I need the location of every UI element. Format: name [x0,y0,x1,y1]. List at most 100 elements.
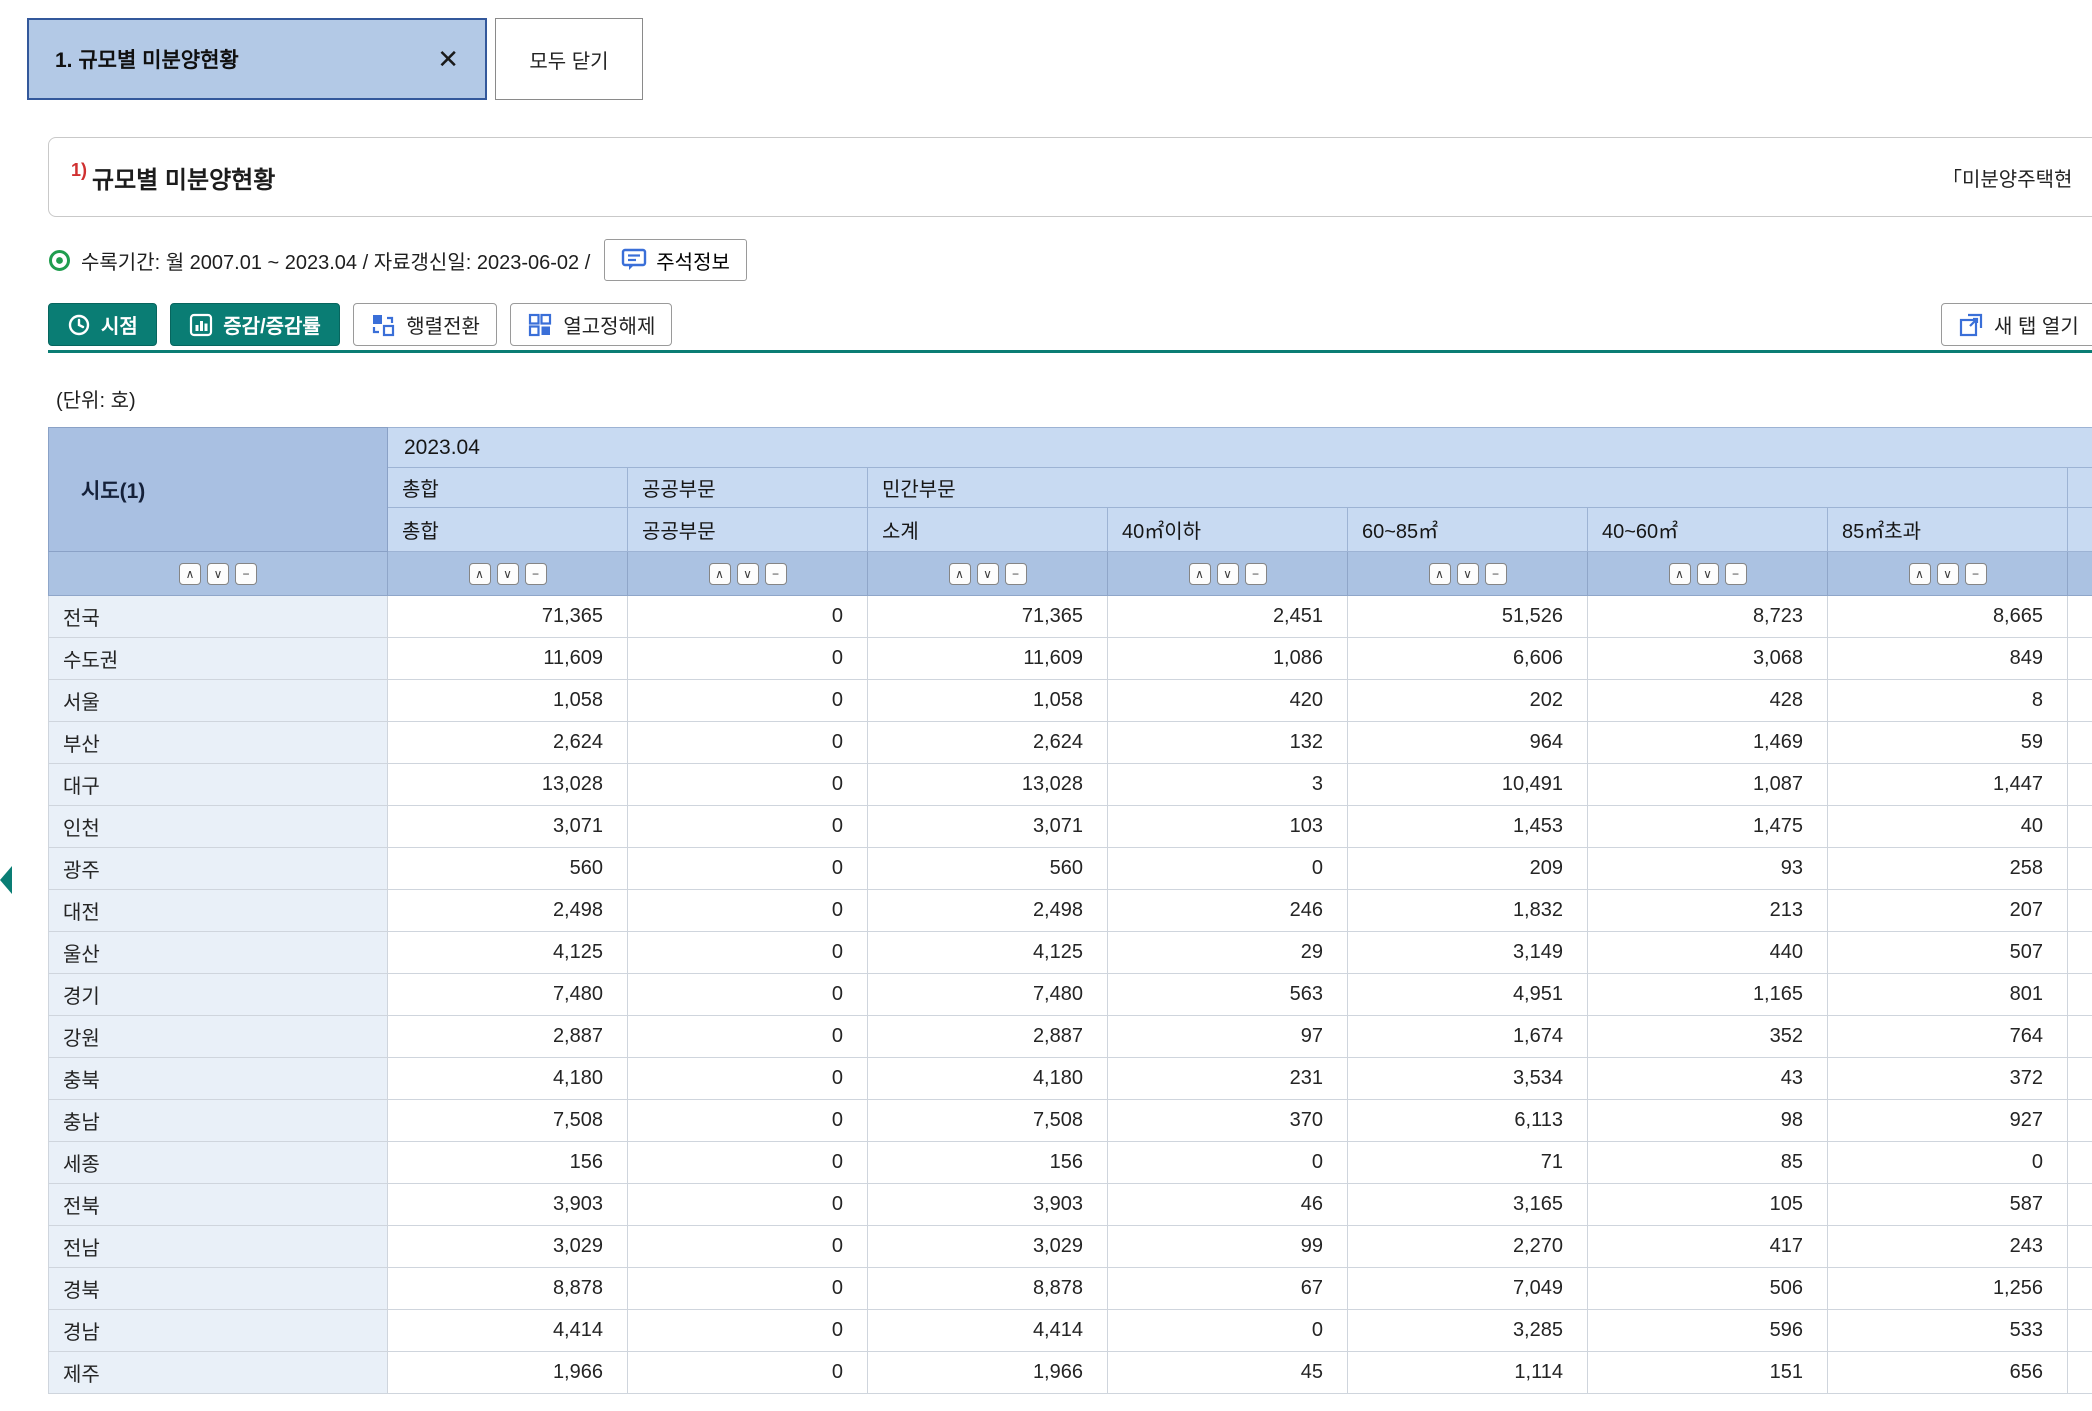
value-cell: 10,491 [1348,764,1588,806]
region-cell: 인천 [49,806,388,848]
value-cell: 8,723 [1588,596,1828,638]
column-header: 40~60㎡ [1588,508,1828,552]
value-cell: 3,029 [388,1226,628,1268]
bar-chart-icon [189,313,213,337]
annotation-button[interactable]: 주석정보 [604,239,747,281]
sort-up-icon[interactable]: ∧ [1189,563,1211,585]
sort-up-icon[interactable]: ∧ [949,563,971,585]
sort-up-icon[interactable]: ∧ [1429,563,1451,585]
time-select-button[interactable]: 시점 [48,303,157,346]
value-cell: 2,624 [388,722,628,764]
value-cell: 8 [1828,680,2068,722]
table-row: 광주5600560020993258 [49,848,2092,890]
change-rate-button[interactable]: 증감/증감률 [170,303,340,346]
value-cell: 0 [1108,848,1348,890]
sort-remove-icon[interactable]: − [1485,563,1507,585]
value-cell: 2,624 [868,722,1108,764]
sort-up-icon[interactable]: ∧ [179,563,201,585]
sort-down-icon[interactable]: ∨ [1217,563,1239,585]
sidebar-collapse-handle[interactable] [0,862,14,898]
sort-remove-icon[interactable]: − [525,563,547,585]
sort-cell-column: ∧ ∨− [628,552,868,596]
table-row: 충남7,50807,5083706,11398927 [49,1100,2092,1142]
value-cell-cut [2068,1184,2092,1226]
sort-cell-column: ∧ ∨− [1588,552,1828,596]
value-cell: 3,029 [868,1226,1108,1268]
value-cell: 656 [1828,1352,2068,1394]
value-cell-cut [2068,1016,2092,1058]
unit-label: (단위: 호) [56,384,136,413]
sort-remove-icon[interactable]: − [1245,563,1267,585]
tab-active-report[interactable]: 1. 규모별 미분양현황 ✕ [27,18,487,100]
table-row: 충북4,18004,1802313,53443372 [49,1058,2092,1100]
sort-remove-icon[interactable]: − [1005,563,1027,585]
corner-header: 시도(1) [49,428,388,552]
tab-close-all[interactable]: 모두 닫기 [495,18,643,100]
sort-down-icon[interactable]: ∨ [977,563,999,585]
value-cell-cut [2068,596,2092,638]
open-new-tab-label: 새 탭 열기 [1994,310,2079,339]
value-cell: 0 [628,932,868,974]
sort-down-icon[interactable]: ∨ [497,563,519,585]
region-cell: 강원 [49,1016,388,1058]
value-cell: 4,414 [868,1310,1108,1352]
value-cell: 3,071 [388,806,628,848]
value-cell: 1,087 [1588,764,1828,806]
tab-close-icon[interactable]: ✕ [437,46,459,72]
sort-down-icon[interactable]: ∨ [207,563,229,585]
column-header: 60~85㎡ [1348,508,1588,552]
value-cell: 764 [1828,1016,2068,1058]
sort-remove-icon[interactable]: − [1965,563,1987,585]
value-cell-cut [2068,974,2092,1016]
value-cell: 7,508 [868,1100,1108,1142]
value-cell: 51,526 [1348,596,1588,638]
value-cell: 156 [868,1142,1108,1184]
sort-up-icon[interactable]: ∧ [1909,563,1931,585]
table-row: 제주1,96601,966451,114151656 [49,1352,2092,1394]
transpose-button[interactable]: 행렬전환 [353,303,497,346]
sort-up-icon[interactable]: ∧ [469,563,491,585]
new-tab-icon [1958,312,1984,338]
table-row: 부산2,62402,6241329641,46959 [49,722,2092,764]
value-cell: 1,165 [1588,974,1828,1016]
value-cell: 0 [628,890,868,932]
sort-down-icon[interactable]: ∨ [1937,563,1959,585]
annotation-icon [621,248,647,272]
transpose-label: 행렬전환 [406,310,480,339]
value-cell: 99 [1108,1226,1348,1268]
value-cell: 209 [1348,848,1588,890]
sort-down-icon[interactable]: ∨ [1457,563,1479,585]
table-row: 서울1,05801,0584202024288 [49,680,2092,722]
region-cell: 경남 [49,1310,388,1352]
value-cell: 2,887 [868,1016,1108,1058]
sort-remove-icon[interactable]: − [765,563,787,585]
group-header: 총합 [388,468,628,508]
sort-remove-icon[interactable]: − [235,563,257,585]
sort-down-icon[interactable]: ∨ [737,563,759,585]
clock-icon [67,313,91,337]
sort-up-icon[interactable]: ∧ [709,563,731,585]
value-cell: 1,475 [1588,806,1828,848]
collapse-arrow-icon [0,866,12,894]
unfreeze-columns-button[interactable]: 열고정해제 [510,303,672,346]
region-cell: 광주 [49,848,388,890]
table-row: 경남4,41404,41403,285596533 [49,1310,2092,1352]
value-cell: 6,113 [1348,1100,1588,1142]
sort-remove-icon[interactable]: − [1725,563,1747,585]
region-cell: 대전 [49,890,388,932]
value-cell: 0 [628,680,868,722]
value-cell: 29 [1108,932,1348,974]
value-cell-cut [2068,1142,2092,1184]
value-cell: 1,256 [1828,1268,2068,1310]
open-new-tab-button[interactable]: 새 탭 열기 [1941,303,2092,346]
sort-down-icon[interactable]: ∨ [1697,563,1719,585]
sort-button-group: ∧ ∨− [1909,563,1987,585]
value-cell: 964 [1348,722,1588,764]
sort-up-icon[interactable]: ∧ [1669,563,1691,585]
value-cell-cut [2068,1268,2092,1310]
column-header: 85㎡초과 [1828,508,2068,552]
sort-button-group: ∧ ∨− [709,563,787,585]
group-header: 공공부문 [628,468,868,508]
group-header-cut [2068,468,2092,508]
value-cell: 0 [628,764,868,806]
